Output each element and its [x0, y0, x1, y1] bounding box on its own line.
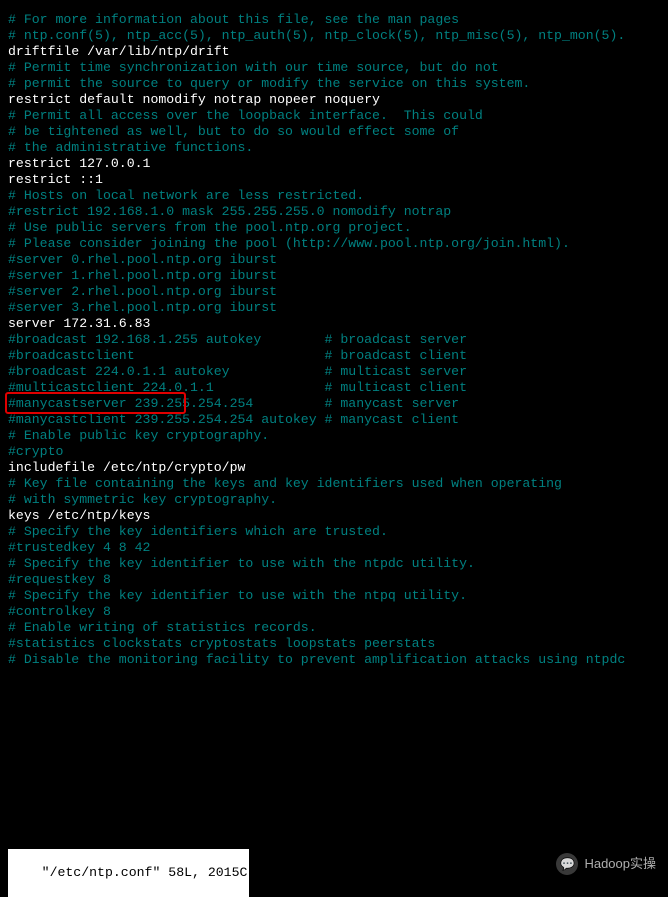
code-line: # Hosts on local network are less restri…	[8, 188, 660, 204]
code-line: #trustedkey 4 8 42	[8, 540, 660, 556]
code-line: # Specify the key identifier to use with…	[8, 588, 660, 604]
code-line: # permit the source to query or modify t…	[8, 76, 660, 92]
vim-status-bar: "/etc/ntp.conf" 58L, 2015C	[8, 849, 249, 897]
code-line: # For more information about this file, …	[8, 12, 660, 28]
code-line: # be tightened as well, but to do so wou…	[8, 124, 660, 140]
code-line: # Enable public key cryptography.	[8, 428, 660, 444]
code-line: # Permit all access over the loopback in…	[8, 108, 660, 124]
code-line: # Key file containing the keys and key i…	[8, 476, 660, 492]
file-content: # For more information about this file, …	[8, 12, 660, 668]
code-line: # Use public servers from the pool.ntp.o…	[8, 220, 660, 236]
code-line: driftfile /var/lib/ntp/drift	[8, 44, 660, 60]
code-line: #broadcast 224.0.1.1 autokey # multicast…	[8, 364, 660, 380]
code-line: #manycastserver 239.255.254.254 # manyca…	[8, 396, 660, 412]
code-line: #server 1.rhel.pool.ntp.org iburst	[8, 268, 660, 284]
code-line: # with symmetric key cryptography.	[8, 492, 660, 508]
code-line: #broadcastclient # broadcast client	[8, 348, 660, 364]
code-line: # ntp.conf(5), ntp_acc(5), ntp_auth(5), …	[8, 28, 660, 44]
code-line: # Enable writing of statistics records.	[8, 620, 660, 636]
code-line: server 172.31.6.83	[8, 316, 660, 332]
code-line: # Disable the monitoring facility to pre…	[8, 652, 660, 668]
code-line: restrict 127.0.0.1	[8, 156, 660, 172]
code-line: #manycastclient 239.255.254.254 autokey …	[8, 412, 660, 428]
code-line: # Permit time synchronization with our t…	[8, 60, 660, 76]
watermark-icon: 💬	[556, 853, 578, 875]
code-line: #statistics clockstats cryptostats loops…	[8, 636, 660, 652]
code-line: #broadcast 192.168.1.255 autokey # broad…	[8, 332, 660, 348]
code-line: #restrict 192.168.1.0 mask 255.255.255.0…	[8, 204, 660, 220]
code-line: # Specify the key identifier to use with…	[8, 556, 660, 572]
code-line: includefile /etc/ntp/crypto/pw	[8, 460, 660, 476]
code-line: # Specify the key identifiers which are …	[8, 524, 660, 540]
code-line: #requestkey 8	[8, 572, 660, 588]
watermark-label: Hadoop实操	[584, 856, 656, 872]
code-line: keys /etc/ntp/keys	[8, 508, 660, 524]
code-line: restrict ::1	[8, 172, 660, 188]
status-text: "/etc/ntp.conf" 58L, 2015C	[42, 865, 248, 880]
code-line: restrict default nomodify notrap nopeer …	[8, 92, 660, 108]
code-line: #controlkey 8	[8, 604, 660, 620]
watermark: 💬 Hadoop实操	[556, 853, 656, 875]
code-line: #multicastclient 224.0.1.1 # multicast c…	[8, 380, 660, 396]
code-line: #crypto	[8, 444, 660, 460]
code-line: # the administrative functions.	[8, 140, 660, 156]
code-line: #server 0.rhel.pool.ntp.org iburst	[8, 252, 660, 268]
code-line: #server 2.rhel.pool.ntp.org iburst	[8, 284, 660, 300]
code-line: # Please consider joining the pool (http…	[8, 236, 660, 252]
terminal-viewport[interactable]: # For more information about this file, …	[0, 0, 668, 897]
code-line: #server 3.rhel.pool.ntp.org iburst	[8, 300, 660, 316]
